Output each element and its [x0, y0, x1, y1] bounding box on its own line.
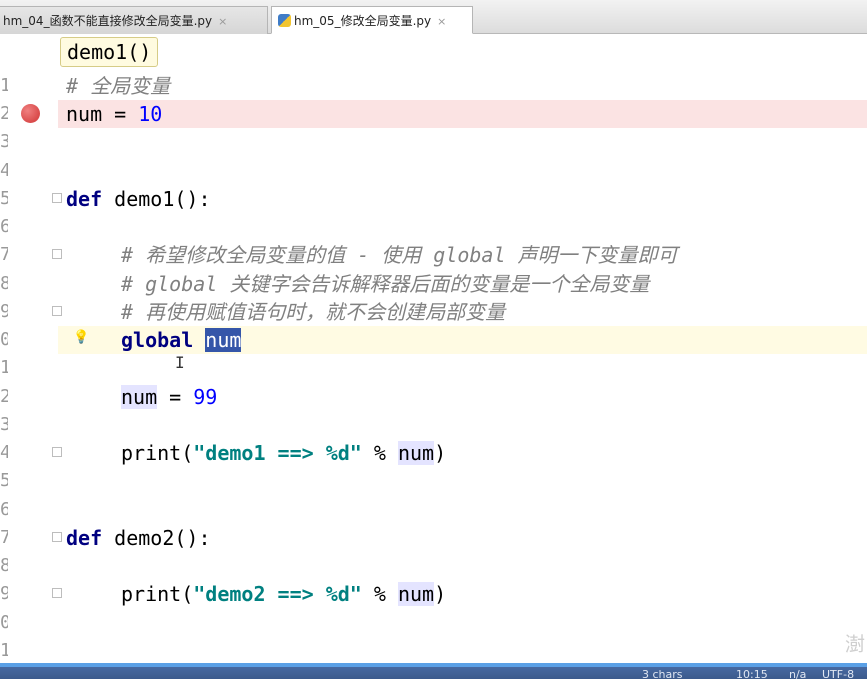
- string-literal: "demo2 ==> %d": [193, 582, 362, 606]
- code-line-5[interactable]: def demo1():: [66, 185, 211, 213]
- line-number: 2: [0, 386, 8, 407]
- file-encoding[interactable]: UTF-8: [822, 668, 854, 681]
- number-literal: 99: [193, 385, 218, 409]
- function-signature: demo2():: [102, 526, 211, 550]
- function-signature: demo1():: [102, 187, 211, 211]
- line-number: 6: [0, 216, 8, 237]
- line-number: 7: [0, 244, 8, 265]
- keyword: def: [66, 187, 103, 211]
- variable: num: [397, 582, 435, 606]
- line-number: 4: [0, 442, 8, 463]
- status-bar-highlight: [0, 663, 867, 667]
- line-number: 8: [0, 273, 8, 294]
- text-cursor-icon: I: [175, 353, 185, 372]
- fold-icon[interactable]: [52, 306, 62, 316]
- code-line-12[interactable]: num = 99: [121, 383, 217, 411]
- status-bar: 3 chars 10:15 n/a UTF-8: [0, 663, 867, 681]
- breakpoint-line-highlight: [58, 100, 867, 128]
- punctuation: ): [434, 582, 447, 606]
- tab-hm-05[interactable]: hm_05_修改全局变量.py ×: [271, 6, 473, 34]
- line-number: 9: [0, 301, 8, 322]
- tab-hm-04[interactable]: hm_04_函数不能直接修改全局变量.py ×: [0, 6, 268, 34]
- line-number: 3: [0, 414, 8, 435]
- operator: %: [361, 582, 398, 606]
- fold-icon[interactable]: [52, 588, 62, 598]
- close-icon[interactable]: ×: [437, 15, 446, 28]
- line-number: 6: [0, 499, 8, 520]
- code-line-2[interactable]: num = 10: [66, 100, 162, 128]
- selection-count: 3 chars: [642, 668, 683, 681]
- line-separator[interactable]: n/a: [789, 668, 806, 681]
- operator: =: [102, 102, 139, 126]
- line-number: 1: [0, 75, 8, 96]
- code-line-9[interactable]: # 再使用赋值语句时，就不会创建局部变量: [121, 298, 505, 326]
- keyword: def: [66, 526, 103, 550]
- operator: %: [361, 441, 398, 465]
- line-number: 4: [0, 160, 8, 181]
- comment: # 希望修改全局变量的值 - 使用 global 声明一下变量即可: [121, 243, 678, 267]
- comment: # 再使用赋值语句时，就不会创建局部变量: [121, 300, 506, 324]
- tab-label: hm_05_修改全局变量.py: [294, 14, 432, 28]
- line-number: 8: [0, 555, 8, 576]
- code-line-8[interactable]: # global 关键字会告诉解释器后面的变量是一个全局变量: [121, 270, 649, 298]
- comment: # 全局变量: [66, 74, 171, 98]
- fold-icon[interactable]: [52, 249, 62, 259]
- watermark: 澍: [845, 632, 865, 656]
- string-literal: "demo1 ==> %d": [193, 441, 362, 465]
- fold-icon[interactable]: [52, 447, 62, 457]
- variable: num: [397, 441, 435, 465]
- line-number: 5: [0, 470, 8, 491]
- line-number: 3: [0, 131, 8, 152]
- code-line-19[interactable]: print("demo2 ==> %d" % num): [121, 580, 446, 608]
- code-line-10[interactable]: global num: [121, 326, 242, 354]
- variable: num: [66, 102, 103, 126]
- function-call: print(: [121, 582, 194, 606]
- editor-gutter[interactable]: [0, 34, 58, 664]
- code-line-17[interactable]: def demo2():: [66, 524, 211, 552]
- fold-icon[interactable]: [52, 193, 62, 203]
- breakpoint-icon[interactable]: [21, 104, 40, 123]
- python-file-icon: [278, 14, 291, 27]
- code-line-7[interactable]: # 希望修改全局变量的值 - 使用 global 声明一下变量即可: [121, 241, 678, 269]
- line-number: 0: [0, 329, 8, 350]
- lightbulb-icon[interactable]: 💡: [73, 331, 89, 345]
- fold-icon[interactable]: [52, 532, 62, 542]
- number-literal: 10: [138, 102, 163, 126]
- selected-text[interactable]: num: [205, 328, 242, 352]
- keyword: global: [121, 328, 194, 352]
- function-breadcrumb[interactable]: demo1(): [60, 37, 159, 67]
- close-icon[interactable]: ×: [218, 15, 227, 28]
- line-number: 0: [0, 612, 8, 633]
- tab-label: hm_04_函数不能直接修改全局变量.py: [3, 14, 213, 28]
- code-line-1[interactable]: # 全局变量: [66, 72, 170, 100]
- line-number: 1: [0, 640, 8, 661]
- line-number: 1: [0, 357, 8, 378]
- code-line-14[interactable]: print("demo1 ==> %d" % num): [121, 439, 446, 467]
- cursor-position[interactable]: 10:15: [736, 668, 768, 681]
- variable: num: [121, 385, 158, 409]
- line-number: 7: [0, 527, 8, 548]
- comment: # global 关键字会告诉解释器后面的变量是一个全局变量: [121, 272, 650, 296]
- line-number: 2: [0, 103, 8, 124]
- function-call: print(: [121, 441, 194, 465]
- editor-tab-bar: hm_04_函数不能直接修改全局变量.py × hm_05_修改全局变量.py ×: [0, 0, 867, 34]
- punctuation: ): [434, 441, 447, 465]
- operator: =: [157, 385, 194, 409]
- line-number: 5: [0, 188, 8, 209]
- line-number: 9: [0, 583, 8, 604]
